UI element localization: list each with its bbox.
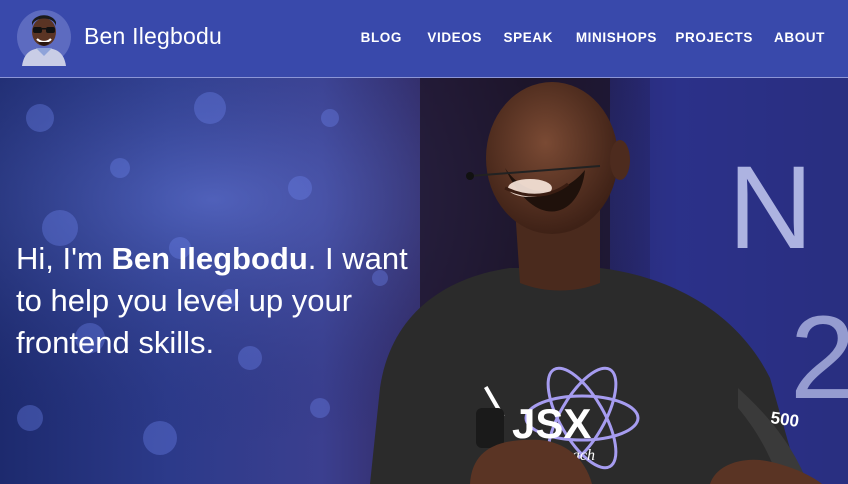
nav-projects[interactable]: PROJECTS — [675, 30, 753, 45]
sleeve-text: 500 — [769, 408, 800, 431]
hero-intro-name: Ben Ilegbodu — [111, 241, 308, 276]
site-header: Ben Ilegbodu BLOG VIDEOS SPEAK MINISHOPS… — [0, 0, 848, 78]
nav-blog[interactable]: BLOG — [361, 30, 402, 45]
nav-minishops[interactable]: MINISHOPS — [576, 30, 657, 45]
nav-speak[interactable]: SPEAK — [503, 30, 553, 45]
backdrop-letter-n: N — [728, 142, 813, 274]
nav-videos[interactable]: VIDEOS — [427, 30, 482, 45]
nav-about[interactable]: ABOUT — [774, 30, 825, 45]
hero-headline: Hi, I'm Ben Ilegbodu. I want to help you… — [16, 238, 416, 364]
avatar[interactable] — [16, 8, 72, 66]
hero-intro-prefix: Hi, I'm — [16, 241, 112, 276]
hero-section: N 2 JSX Beach 500 Hi, I'm Ben I — [0, 78, 848, 484]
backdrop-letter-2: 2 — [790, 292, 848, 424]
site-title-link[interactable]: Ben Ilegbodu — [84, 23, 222, 50]
